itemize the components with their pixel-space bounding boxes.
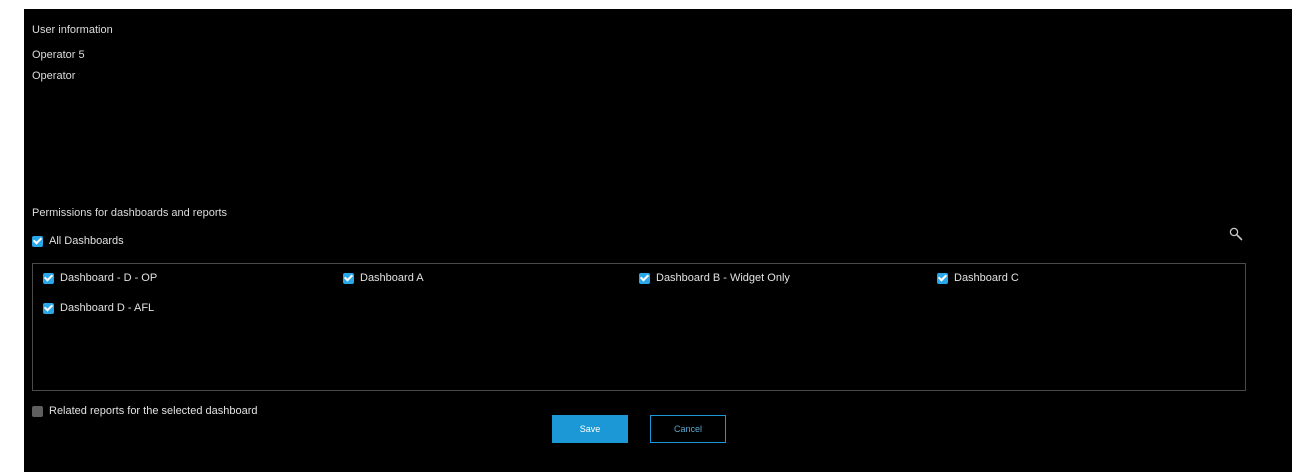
related-reports-label: Related reports for the selected dashboa…	[49, 405, 258, 417]
dashboard-item[interactable]: Dashboard A	[343, 272, 424, 284]
checkbox-checked-icon[interactable]	[32, 235, 43, 247]
dashboard-item[interactable]: Dashboard B - Widget Only	[639, 272, 790, 284]
dashboard-list: Dashboard - D - OP Dashboard A Dashboard…	[32, 263, 1246, 391]
cancel-button[interactable]: Cancel	[650, 415, 726, 443]
user-role: Operator	[32, 70, 76, 82]
permissions-title: Permissions for dashboards and reports	[32, 207, 228, 219]
checkbox-checked-icon[interactable]	[343, 272, 354, 284]
dashboard-label: Dashboard B - Widget Only	[656, 272, 790, 284]
search-icon[interactable]	[1229, 227, 1243, 241]
dashboard-label: Dashboard - D - OP	[60, 272, 158, 284]
all-dashboards-checkbox[interactable]: All Dashboards	[32, 235, 124, 247]
dashboard-item[interactable]: Dashboard C	[937, 272, 1019, 284]
dashboard-item[interactable]: Dashboard D - AFL	[43, 302, 154, 314]
checkbox-checked-icon[interactable]	[937, 272, 948, 284]
dashboard-label: Dashboard A	[360, 272, 424, 284]
dashboard-label: Dashboard D - AFL	[60, 302, 155, 314]
checkbox-checked-icon[interactable]	[43, 302, 54, 314]
related-reports-checkbox[interactable]: Related reports for the selected dashboa…	[32, 405, 258, 417]
user-name: Operator 5	[32, 49, 85, 61]
dashboard-item[interactable]: Dashboard - D - OP	[43, 272, 157, 284]
user-info-title: User information	[32, 24, 113, 36]
all-dashboards-label: All Dashboards	[49, 235, 124, 247]
dashboard-label: Dashboard C	[954, 272, 1019, 284]
checkbox-checked-icon[interactable]	[43, 272, 54, 284]
checkbox-checked-icon[interactable]	[639, 272, 650, 284]
save-button[interactable]: Save	[552, 415, 628, 443]
checkbox-unchecked-icon[interactable]	[32, 405, 43, 417]
user-permissions-panel: User information Operator 5 Operator Per…	[24, 9, 1292, 472]
